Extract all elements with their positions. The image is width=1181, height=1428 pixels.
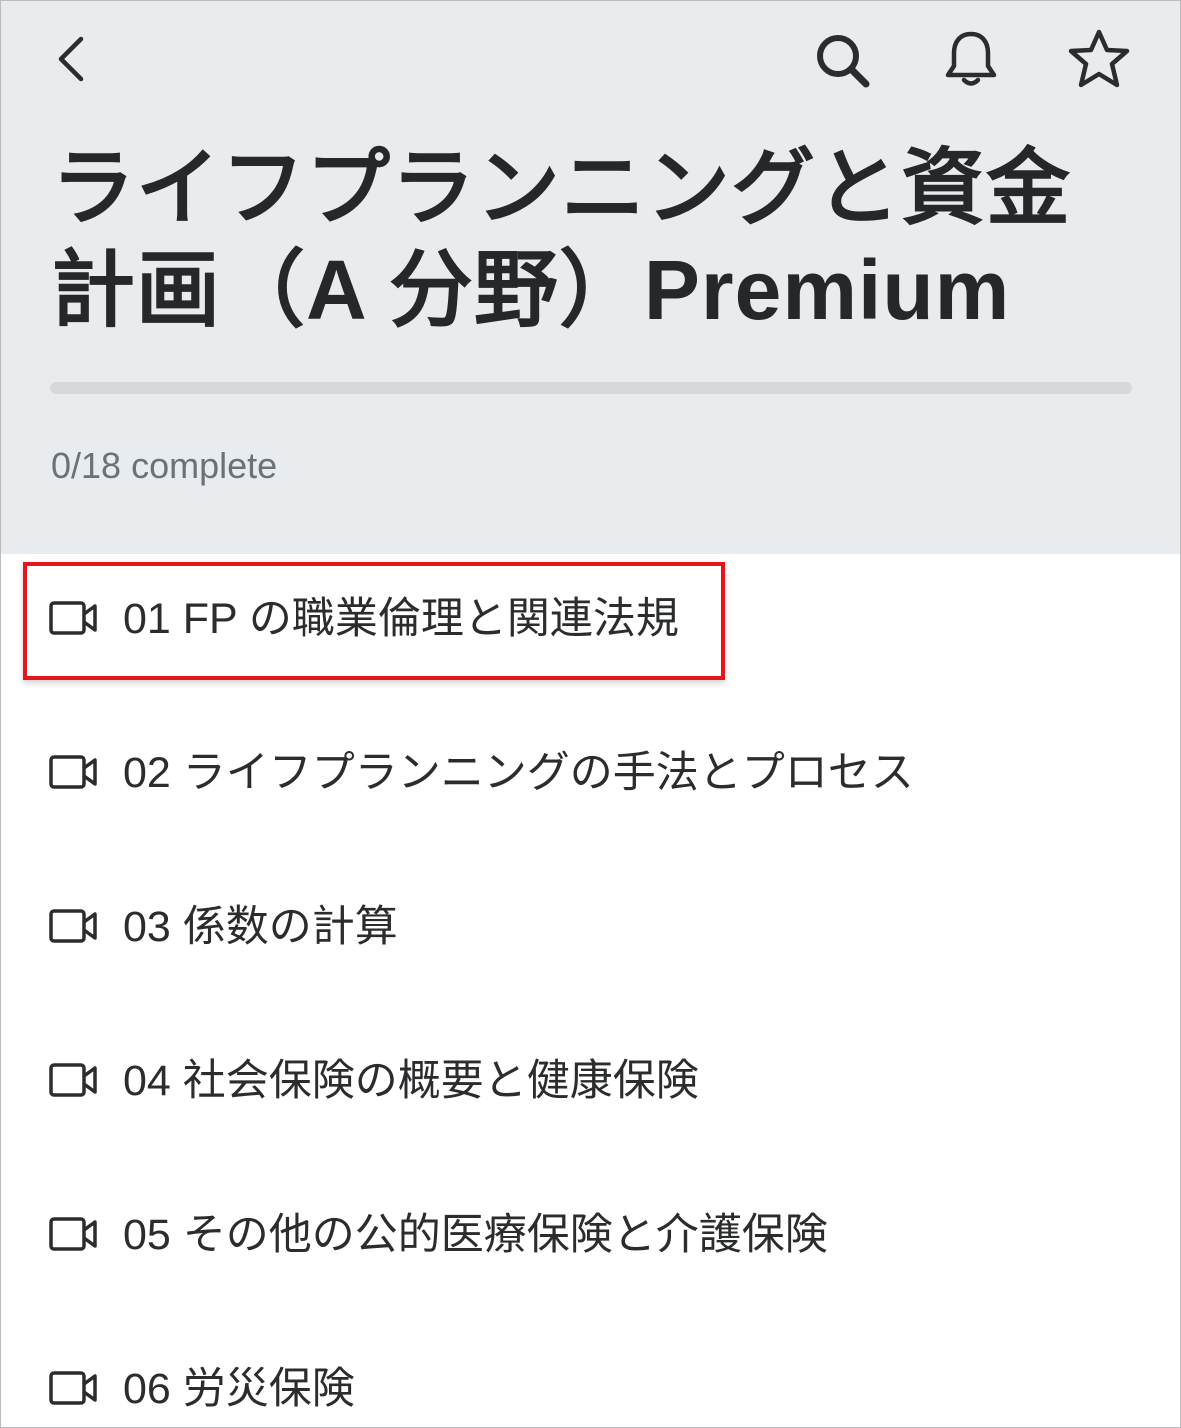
lesson-title: 03 係数の計算 bbox=[123, 903, 398, 951]
search-icon bbox=[817, 35, 870, 88]
video-camera-icon bbox=[49, 755, 97, 789]
course-screen: ライフプランニングと資金計画（A 分野）Premium 0/18 complet… bbox=[0, 0, 1181, 1428]
favorite-button[interactable] bbox=[1063, 23, 1135, 95]
progress-bar bbox=[50, 382, 1132, 394]
lesson-item[interactable]: 02 ライフプランニングの手法とプロセス bbox=[1, 708, 1180, 862]
video-camera-icon bbox=[49, 909, 97, 943]
lesson-item[interactable]: 03 係数の計算 bbox=[1, 862, 1180, 1016]
video-camera-icon bbox=[49, 1063, 97, 1097]
back-chevron-icon bbox=[58, 36, 84, 82]
lesson-title: 02 ライフプランニングの手法とプロセス bbox=[123, 749, 914, 797]
video-camera-icon bbox=[49, 1217, 97, 1251]
lesson-item[interactable]: 06 労災保険 bbox=[1, 1324, 1180, 1427]
lesson-list: 01 FP の職業倫理と関連法規 02 ライフプランニングの手法とプロセス 03… bbox=[1, 554, 1180, 1427]
course-header: ライフプランニングと資金計画（A 分野）Premium 0/18 complet… bbox=[1, 1, 1180, 554]
video-camera-icon bbox=[49, 1371, 97, 1405]
notifications-button[interactable] bbox=[935, 23, 1007, 95]
search-button[interactable] bbox=[807, 25, 879, 97]
lesson-title: 01 FP の職業倫理と関連法規 bbox=[123, 595, 679, 643]
lesson-item[interactable]: 01 FP の職業倫理と関連法規 bbox=[1, 554, 1180, 708]
lesson-title: 04 社会保険の概要と健康保険 bbox=[123, 1057, 699, 1105]
lesson-title: 05 その他の公的医療保険と介護保険 bbox=[123, 1211, 828, 1259]
bell-icon bbox=[945, 31, 997, 86]
star-icon bbox=[1068, 29, 1130, 88]
lesson-item[interactable]: 04 社会保険の概要と健康保険 bbox=[1, 1016, 1180, 1170]
course-title: ライフプランニングと資金計画（A 分野）Premium bbox=[51, 141, 1072, 337]
progress-text: 0/18 complete bbox=[51, 445, 278, 486]
video-camera-icon bbox=[49, 601, 97, 635]
lesson-item[interactable]: 05 その他の公的医療保険と介護保険 bbox=[1, 1170, 1180, 1324]
lesson-title: 06 労災保険 bbox=[123, 1365, 355, 1413]
back-button[interactable] bbox=[41, 26, 101, 92]
